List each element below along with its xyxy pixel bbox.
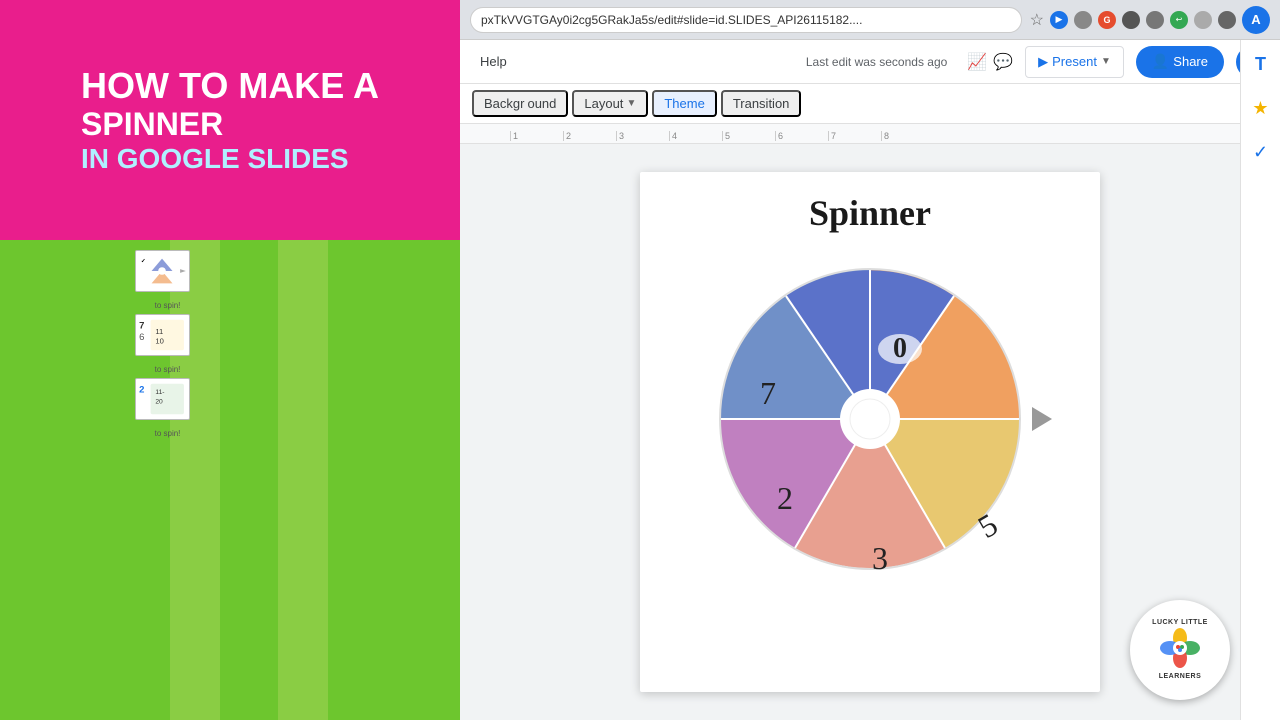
ruler-mark-2: 2 [563, 131, 616, 141]
title-line3: IN GOOGLE SLIDES [81, 143, 379, 175]
ruler-mark-5: 5 [722, 131, 775, 141]
format-bar: Background Layout ▼ Theme Transition ⌃ [460, 84, 1280, 124]
slide-title: Spinner [809, 192, 931, 234]
slides-icon: ▶ [1050, 11, 1068, 29]
present-icon: ▶ [1038, 54, 1048, 70]
layout-arrow: ▼ [626, 98, 636, 109]
svg-text:20: 20 [155, 399, 163, 406]
svg-text:2: 2 [777, 480, 793, 516]
trending-icon: 📈 [967, 52, 987, 72]
thumb-label-3: to spin! [135, 429, 200, 438]
layout-button[interactable]: Layout ▼ [572, 90, 648, 117]
share-icon: 👤 [1152, 53, 1169, 70]
ext-icon-2[interactable]: G [1098, 11, 1116, 29]
green-bar-2 [278, 240, 328, 720]
star-icon[interactable]: ☆ [1030, 10, 1044, 30]
right-sidebar: T ★ ✓ [1240, 40, 1280, 720]
title-line1: HOW TO MAKE A [81, 65, 379, 106]
theme-label: Theme [664, 96, 704, 111]
share-button[interactable]: 👤 Share [1136, 46, 1224, 78]
chat-icon[interactable]: 💬 [993, 52, 1013, 72]
user-avatar[interactable]: A [1242, 6, 1270, 34]
ext-icon-5[interactable]: ↩ [1170, 11, 1188, 29]
ruler-mark-7: 7 [828, 131, 881, 141]
thumb-label-2: to spin! [135, 365, 200, 374]
title-text: HOW TO MAKE A SPINNER IN GOOGLE SLIDES [81, 65, 379, 175]
browser-icons: ☆ ▶ G ↩ A [1030, 6, 1270, 34]
thumbnail-list: ✓ to spin! 7 6 11 10 to spin! 2 11- 20 t… [135, 250, 200, 438]
background-label-end: ound [527, 96, 556, 111]
ext-icon-1[interactable] [1074, 11, 1092, 29]
svg-text:7: 7 [139, 320, 144, 331]
svg-text:6: 6 [139, 332, 144, 343]
spinner-container[interactable]: 0 5 4 3 2 7 [700, 249, 1040, 589]
ext-icon-4[interactable] [1146, 11, 1164, 29]
present-button[interactable]: ▶ Present ▼ [1025, 46, 1124, 78]
svg-text:3: 3 [872, 540, 888, 576]
theme-button[interactable]: Theme [652, 90, 716, 117]
svg-text:10: 10 [155, 337, 163, 346]
svg-text:✓: ✓ [141, 258, 146, 264]
present-label: Present [1052, 54, 1097, 69]
ruler-marks: 1 2 3 4 5 6 7 8 [460, 124, 1280, 143]
sidebar-icon-star[interactable]: ★ [1247, 94, 1275, 122]
spinner-arrow [1032, 407, 1052, 431]
layout-label: Layout [584, 96, 623, 111]
svg-text:7: 7 [760, 375, 776, 411]
svg-text:11-: 11- [155, 389, 164, 396]
logo-text-bottom: LEARNERS [1159, 673, 1202, 681]
thumb-slide-1[interactable]: ✓ [135, 250, 190, 292]
url-bar[interactable]: pxTkVVGTGAy0i2cg5GRakJa5s/edit#slide=id.… [470, 7, 1022, 33]
ruler-mark-3: 3 [616, 131, 669, 141]
thumb-slide-2[interactable]: 7 6 11 10 [135, 314, 190, 356]
logo-badge: LUCKY LITTLE LEARNERS [1130, 600, 1230, 700]
transition-button[interactable]: Transition [721, 90, 802, 117]
transition-label: Transition [733, 96, 790, 111]
ruler-mark-1: 1 [510, 131, 563, 141]
background-button[interactable]: Background [472, 90, 568, 117]
logo-inner: LUCKY LITTLE LEARNERS [1133, 603, 1227, 697]
title-overlay: HOW TO MAKE A SPINNER IN GOOGLE SLIDES [0, 0, 460, 240]
ruler-mark-6: 6 [775, 131, 828, 141]
sidebar-icon-check[interactable]: ✓ [1247, 138, 1275, 166]
browser-bar: pxTkVVGTGAy0i2cg5GRakJa5s/edit#slide=id.… [460, 0, 1280, 40]
logo-petals [1160, 628, 1200, 673]
title-line2: SPINNER [81, 106, 379, 143]
url-text: pxTkVVGTGAy0i2cg5GRakJa5s/edit#slide=id.… [481, 13, 862, 27]
svg-text:11: 11 [155, 327, 163, 336]
menu-item-help[interactable]: Help [472, 50, 515, 73]
spinner-svg: 0 5 4 3 2 7 [700, 249, 1040, 589]
top-toolbar: Help Last edit was seconds ago 📈 💬 ▶ Pre… [460, 40, 1280, 84]
thumb-label-1: to spin! [135, 301, 200, 310]
menu-items: Help [472, 50, 515, 73]
share-label: Share [1173, 54, 1208, 69]
sidebar-icon-T[interactable]: T [1247, 50, 1275, 78]
background-label: Backgr [484, 96, 524, 111]
ruler: 1 2 3 4 5 6 7 8 [460, 124, 1280, 144]
slide[interactable]: Spinner [640, 172, 1100, 692]
logo-text-top: LUCKY LITTLE [1152, 619, 1208, 627]
ruler-mark-8: 8 [881, 131, 934, 141]
ext-icon-6[interactable] [1194, 11, 1212, 29]
ruler-mark-4: 4 [669, 131, 722, 141]
svg-text:0: 0 [893, 333, 907, 364]
last-edit-status: Last edit was seconds ago [806, 55, 947, 69]
ext-icon-7[interactable] [1218, 11, 1236, 29]
svg-text:2: 2 [139, 384, 144, 395]
present-dropdown-arrow[interactable]: ▼ [1101, 56, 1111, 67]
ext-icon-3[interactable] [1122, 11, 1140, 29]
thumb-slide-3[interactable]: 2 11- 20 [135, 378, 190, 420]
